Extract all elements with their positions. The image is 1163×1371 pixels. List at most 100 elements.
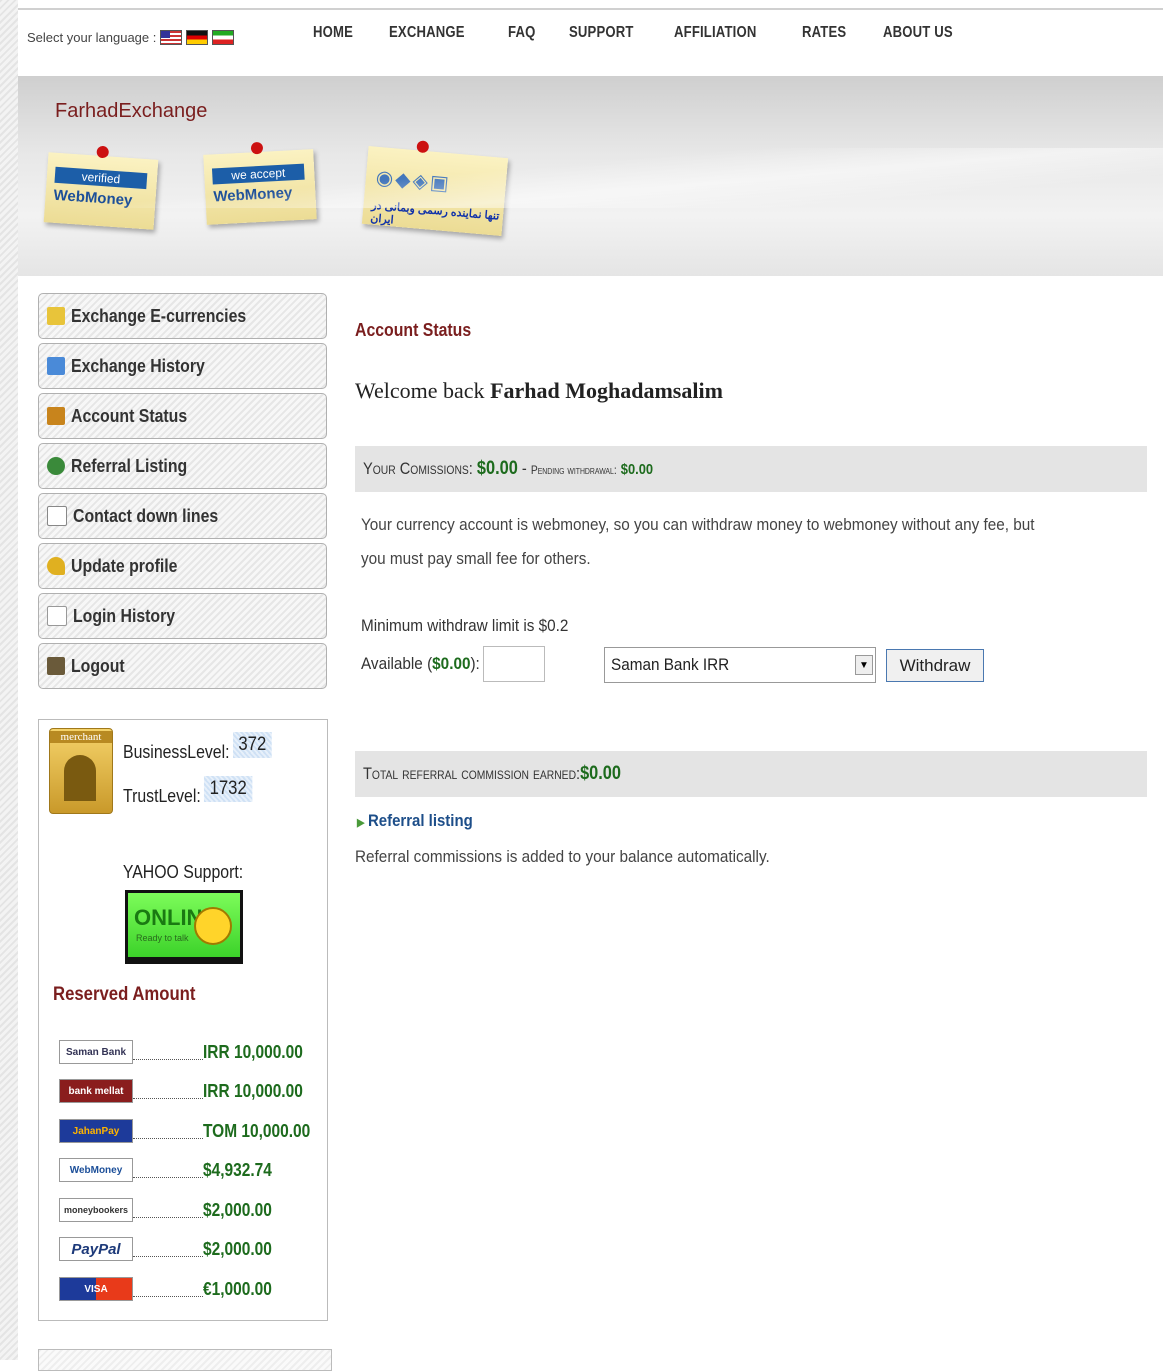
total-referral-label: Total referral commission earned:	[363, 764, 581, 783]
sidebar-bottom-panel	[38, 1349, 332, 1371]
available-value: $0.00	[432, 654, 471, 673]
language-label: Select your language :	[27, 30, 157, 45]
yahoo-support-title: YAHOO Support:	[122, 862, 244, 882]
merchant-badge: merchant	[49, 728, 113, 814]
reserve-row: moneybookers $2,000.00	[59, 1196, 283, 1224]
total-referral-value: $0.00	[580, 763, 621, 784]
document-icon	[47, 606, 67, 626]
arrow-right-icon: ▶	[357, 817, 365, 829]
exchange-icon	[47, 307, 65, 325]
referral-listing-link[interactable]: ▶ Referral listing	[357, 811, 473, 831]
sidebar-item-account-status[interactable]: Account Status	[38, 393, 327, 439]
welcome-message: Welcome back Farhad Moghadamsalim	[355, 378, 723, 404]
sidebar-item-exchange-e-currencies[interactable]: Exchange E-currencies	[38, 293, 327, 339]
sidebar-item-logout[interactable]: Logout	[38, 643, 327, 689]
badge-brand: WebMoney	[213, 184, 293, 206]
available-suffix: ):	[470, 654, 480, 673]
dotted-leader	[133, 1203, 203, 1218]
sidebar-item-contact-down-lines[interactable]: Contact down lines	[38, 493, 327, 539]
trust-level: TrustLevel: 1732	[123, 776, 253, 810]
key-icon	[47, 557, 65, 575]
reserve-row: JahanPay TOM 10,000.00	[59, 1117, 328, 1145]
jahanpay-logo: JahanPay	[59, 1119, 133, 1143]
reserve-row: VISA €1,000.00	[59, 1275, 283, 1303]
reserved-amount-title: Reserved Amount	[53, 984, 196, 1005]
merchant-door-icon	[64, 755, 96, 801]
sidebar-menu: Exchange E-currencies Exchange History A…	[38, 293, 327, 693]
sidebar-item-label: Login History	[73, 605, 176, 626]
verified-webmoney-badge[interactable]: verified WebMoney	[43, 145, 159, 230]
reserve-value: $2,000.00	[203, 1238, 272, 1259]
user-name: Farhad Moghadamsalim	[490, 378, 723, 403]
nav-rates[interactable]: RATES	[802, 24, 846, 42]
flag-de-icon[interactable]	[186, 30, 209, 45]
flag-ir-icon[interactable]	[212, 30, 235, 45]
badge-banner: verified	[54, 166, 148, 190]
bank-mellat-logo: bank mellat	[59, 1079, 133, 1103]
paypal-logo: PayPal	[59, 1237, 133, 1261]
business-level-label: BusinessLevel:	[123, 742, 230, 762]
sidebar-item-label: Logout	[71, 655, 125, 676]
smiley-icon	[194, 907, 232, 945]
withdraw-amount-input[interactable]	[483, 646, 545, 682]
exit-icon	[47, 657, 65, 675]
sidebar-item-login-history[interactable]: Login History	[38, 593, 327, 639]
withdraw-button[interactable]: Withdraw	[886, 649, 984, 682]
sidebar-item-label: Update profile	[71, 555, 178, 576]
reserve-row: Saman Bank IRR 10,000.00	[59, 1038, 319, 1066]
yahoo-online-button[interactable]: ONLINE Ready to talk	[125, 890, 243, 964]
sidebar-item-exchange-history[interactable]: Exchange History	[38, 343, 327, 389]
withdraw-method-value: Saman Bank IRR	[611, 655, 730, 674]
commissions-summary: Your Comissions: $0.00 - Pending withdra…	[363, 458, 654, 479]
sidebar-item-label: Exchange E-currencies	[71, 305, 247, 326]
sidebar-item-label: Account Status	[71, 405, 188, 426]
business-level: BusinessLevel: 372	[123, 732, 272, 766]
nav-about-us[interactable]: ABOUT US	[883, 24, 953, 42]
main-nav: HOME EXCHANGE FAQ SUPPORT AFFILIATION RA…	[313, 24, 995, 42]
withdraw-method-select[interactable]: Saman Bank IRR ▼	[604, 647, 876, 683]
saman-bank-logo: Saman Bank	[59, 1040, 133, 1064]
visa-logo: VISA	[59, 1277, 133, 1301]
site-header: FarhadExchange verified WebMoney we acce…	[18, 76, 1163, 276]
pending-value: $0.00	[620, 461, 654, 478]
nav-affiliation[interactable]: AFFILIATION	[674, 24, 756, 42]
flag-us-icon[interactable]	[160, 30, 183, 45]
available-prefix: Available (	[361, 654, 433, 673]
badge-brand: WebMoney	[52, 186, 133, 210]
sidebar-item-update-profile[interactable]: Update profile	[38, 543, 327, 589]
nav-support[interactable]: SUPPORT	[569, 24, 634, 42]
chevron-down-icon[interactable]: ▼	[855, 655, 873, 675]
reserve-value: IRR 10,000.00	[203, 1041, 303, 1062]
dotted-leader	[133, 1124, 203, 1139]
minimum-withdraw-text: Minimum withdraw limit is $0.2	[361, 616, 569, 635]
reserve-value: €1,000.00	[203, 1278, 272, 1299]
commissions-label: Your Comissions:	[363, 459, 473, 478]
dotted-leader	[133, 1163, 203, 1178]
official-representative-badge[interactable]: ◉◆◈▣ تنها نماینده رسمی وبمانی در ایران	[361, 140, 509, 236]
available-label: Available ($0.00):	[361, 654, 480, 674]
nav-home[interactable]: HOME	[313, 24, 353, 42]
accept-webmoney-badge[interactable]: we accept WebMoney	[203, 141, 317, 225]
moneybookers-logo: moneybookers	[59, 1198, 133, 1222]
dotted-leader	[133, 1242, 203, 1257]
trust-level-label: TrustLevel:	[123, 786, 201, 806]
sidebar-item-label: Referral Listing	[71, 455, 188, 476]
nav-faq[interactable]: FAQ	[508, 24, 535, 42]
reserve-row: WebMoney $4,932.74	[59, 1156, 283, 1184]
sidebar-item-referral-listing[interactable]: Referral Listing	[38, 443, 327, 489]
pending-label: Pending withdrawal:	[530, 463, 617, 477]
site-title[interactable]: FarhadExchange	[55, 100, 207, 123]
commissions-value: $0.00	[476, 458, 518, 479]
badge-text: تنها نماینده رسمی وبمانی در ایران	[369, 199, 500, 227]
sitemap-icon	[47, 506, 67, 526]
reserve-value: $2,000.00	[203, 1199, 272, 1220]
nav-exchange[interactable]: EXCHANGE	[389, 24, 465, 42]
trust-level-value: 1732	[204, 776, 253, 802]
welcome-prefix: Welcome back	[355, 378, 485, 403]
main-content: Account Status Welcome back Farhad Mogha…	[355, 320, 1147, 866]
dotted-leader	[133, 1045, 203, 1060]
pin-icon	[250, 141, 264, 155]
left-border	[0, 0, 18, 1360]
reserve-value: TOM 10,000.00	[203, 1120, 311, 1141]
reserve-value: IRR 10,000.00	[203, 1080, 303, 1101]
